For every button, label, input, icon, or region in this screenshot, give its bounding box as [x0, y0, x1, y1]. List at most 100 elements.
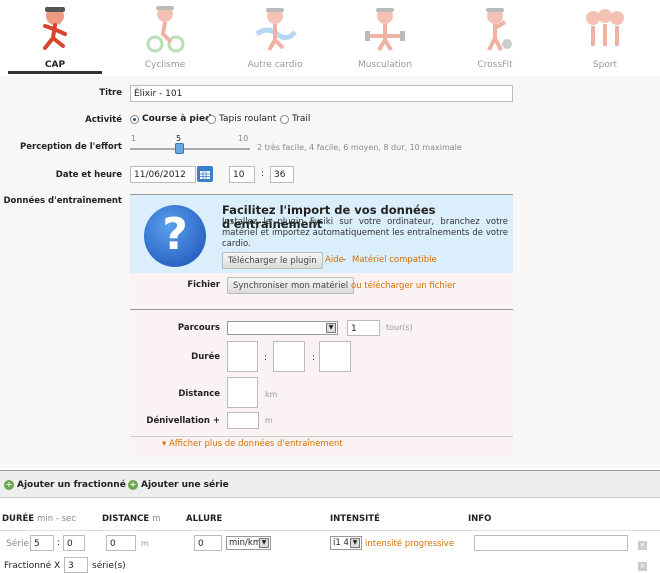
sync-hardware-button[interactable]: Synchroniser mon matériel — [227, 277, 355, 294]
series-separator: : — [57, 538, 61, 548]
duration-label: Durée — [191, 352, 220, 362]
repeat-unit: série(s) — [92, 561, 126, 571]
active-tab-indicator — [8, 71, 102, 74]
tab-crossfit[interactable]: CrossFit — [440, 0, 550, 74]
help-link[interactable]: Aide — [325, 255, 344, 265]
tab-cap[interactable]: CAP — [0, 0, 110, 74]
radio-label: Trail — [292, 114, 311, 124]
tab-label: Cyclisme — [144, 60, 186, 70]
series-info-input[interactable] — [474, 535, 628, 551]
import-text: Installez le plugin Fysiki sur votre ord… — [222, 217, 508, 249]
radio-tapis-roulant[interactable]: Tapis roulant — [207, 114, 276, 124]
duration-separator: : — [312, 353, 316, 363]
duration-minutes-input[interactable] — [273, 341, 305, 372]
header-intensity: INTENSITÉ — [330, 514, 380, 524]
divider — [0, 530, 660, 531]
team-sport-icon — [586, 9, 624, 46]
cyclist-icon — [146, 6, 185, 53]
distance-unit: km — [265, 390, 278, 399]
triangle-down-icon: ▾ — [162, 439, 169, 449]
series-seconds-input[interactable]: 0 — [63, 535, 85, 551]
hour-input[interactable]: 10 — [229, 166, 255, 183]
plus-icon: + — [4, 480, 14, 490]
pace-unit-select[interactable]: min/km ▼ — [226, 536, 271, 550]
add-series-button[interactable]: + Ajouter une série — [128, 480, 229, 490]
import-banner: ? Facilitez l'import de vos données d'en… — [130, 195, 513, 273]
tab-musculation[interactable]: Musculation — [330, 0, 440, 74]
distance-label: Distance — [178, 389, 220, 399]
effort-slider-handle[interactable] — [175, 143, 184, 154]
sport-tabs: CAP Cyclisme Autre cardio Musculation Cr… — [0, 0, 660, 74]
series-distance-input[interactable]: 0 — [106, 535, 136, 551]
progressive-intensity-link[interactable]: intensité progressive — [365, 539, 454, 549]
tab-label: Musculation — [357, 60, 413, 70]
tab-label: CAP — [44, 60, 66, 70]
training-data-panel: ? Facilitez l'import de vos données d'en… — [130, 194, 513, 456]
add-interval-button[interactable]: + Ajouter un fractionné — [4, 480, 126, 490]
duration-hours-input[interactable] — [227, 341, 258, 372]
plus-icon: + — [128, 480, 138, 490]
header-info: INFO — [468, 514, 492, 524]
effort-max: 10 — [238, 134, 249, 143]
radio-trail[interactable]: Trail — [280, 114, 310, 124]
header-distance: DISTANCE m — [102, 514, 161, 524]
training-data-label: Données d'entraînement — [3, 196, 122, 206]
radio-label: Course à pied — [142, 114, 212, 124]
tab-cyclisme[interactable]: Cyclisme — [110, 0, 220, 74]
laps-unit: tour(s) — [386, 323, 413, 332]
duration-seconds-input[interactable] — [319, 341, 351, 372]
series-label: Série — [6, 539, 29, 549]
repeat-label: Fractionné X — [4, 561, 61, 571]
upload-file-link[interactable]: ou télécharger un fichier — [351, 281, 456, 291]
distance-input[interactable] — [227, 377, 258, 408]
effort-label: Perception de l'effort — [20, 142, 122, 152]
swimmer-icon — [255, 8, 297, 52]
download-plugin-button[interactable]: Télécharger le plugin — [222, 252, 323, 269]
series-distance-unit: m — [141, 539, 149, 548]
route-label: Parcours — [177, 323, 220, 333]
tab-autre-cardio[interactable]: Autre cardio — [220, 0, 330, 74]
date-input[interactable]: 11/06/2012 — [130, 166, 196, 183]
header-pace: ALLURE — [186, 514, 223, 524]
title-input[interactable]: Élixir - 101 — [130, 85, 513, 102]
runner-icon — [43, 7, 67, 50]
tab-sport[interactable]: Sport — [550, 0, 660, 74]
tab-label: Autre cardio — [247, 60, 303, 70]
tab-label: CrossFit — [477, 60, 513, 70]
intervals-toolbar: + Ajouter un fractionné + Ajouter une sé… — [0, 470, 660, 498]
delete-interval-icon[interactable]: × — [638, 562, 647, 571]
series-pace-input[interactable]: 0 — [194, 535, 222, 551]
series-minutes-input[interactable]: 5 — [30, 535, 54, 551]
elevation-label: Dénivellation + — [146, 416, 220, 426]
question-icon: ? — [144, 205, 206, 267]
add-series-label: Ajouter une série — [141, 480, 229, 490]
chevron-down-icon: ▼ — [259, 538, 269, 548]
elevation-unit: m — [265, 416, 273, 425]
effort-slider-track[interactable] — [130, 148, 250, 150]
workout-form: Titre Élixir - 101 Activité Course à pie… — [0, 76, 660, 468]
datetime-label: Date et heure — [55, 170, 122, 180]
intensity-value: i1 4 — [333, 538, 349, 548]
minute-input[interactable]: 36 — [270, 166, 294, 183]
radio-course-a-pied[interactable]: Course à pied — [130, 114, 212, 124]
add-interval-label: Ajouter un fractionné — [17, 480, 126, 490]
radio-dot — [130, 114, 139, 124]
delete-series-icon[interactable]: × — [638, 541, 647, 550]
time-separator: : — [261, 169, 265, 179]
header-duration: DURÉE min - sec — [2, 514, 76, 524]
radio-label: Tapis roulant — [219, 114, 277, 124]
radio-dot — [207, 114, 216, 124]
repeat-count-input[interactable]: 3 — [64, 557, 88, 573]
show-more-label: Afficher plus de données d'entraînement — [168, 439, 343, 449]
intensity-select[interactable]: i1 4 ▼ — [330, 536, 362, 550]
radio-dot — [280, 114, 289, 124]
laps-input[interactable]: 1 — [347, 320, 380, 336]
chevron-down-icon: ▼ — [326, 323, 336, 333]
compatible-hardware-link[interactable]: Matériel compatible — [352, 255, 437, 265]
elevation-input[interactable] — [227, 412, 259, 429]
tab-label: Sport — [592, 60, 618, 70]
route-select[interactable]: ▼ — [227, 321, 338, 335]
show-more-data-link[interactable]: ▾ Afficher plus de données d'entraînemen… — [162, 439, 343, 449]
effort-value: 5 — [176, 134, 182, 143]
calendar-icon[interactable] — [197, 166, 213, 182]
